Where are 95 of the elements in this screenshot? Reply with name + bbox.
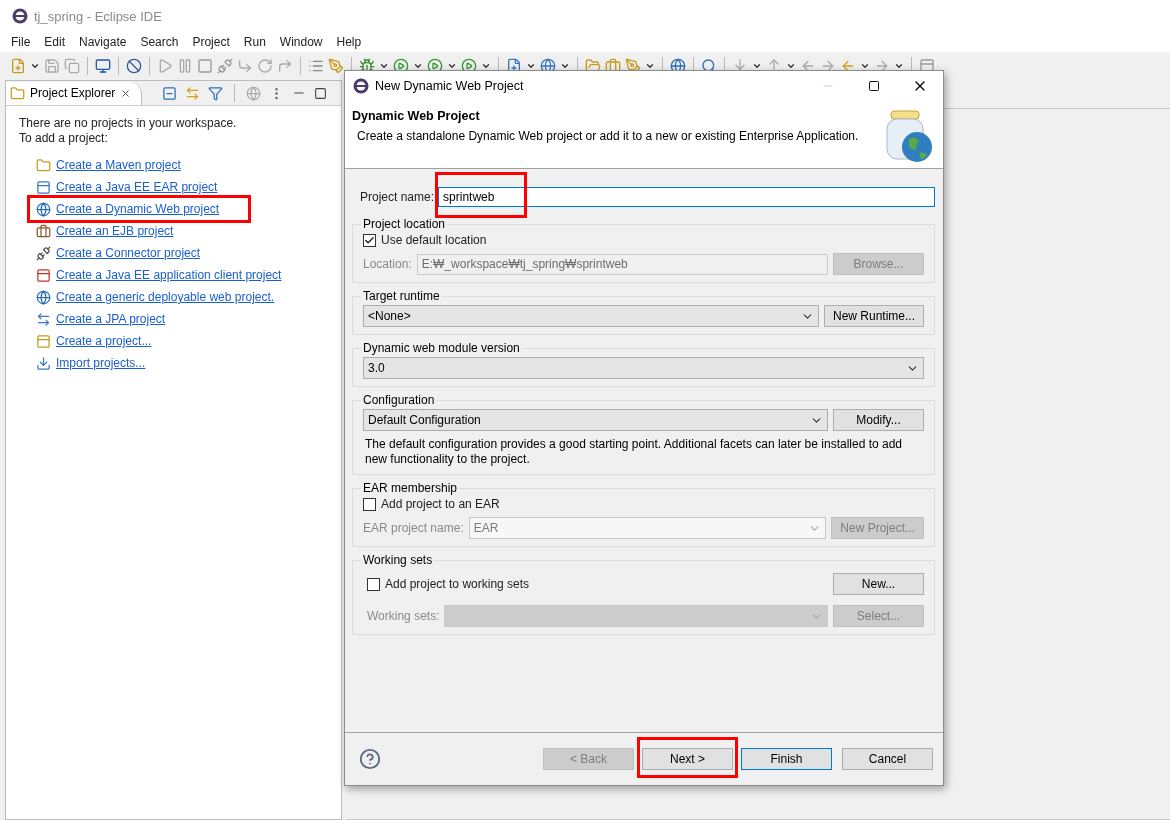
view-tab[interactable]: Project Explorer — [6, 81, 143, 105]
resume-icon[interactable] — [157, 58, 173, 74]
window-title: tj_spring - Eclipse IDE — [34, 8, 162, 24]
new-runtime-button[interactable]: New Runtime... — [823, 305, 924, 327]
window-icon — [36, 179, 51, 195]
create-project-link[interactable]: Create a JPA project — [56, 312, 166, 326]
stop-icon[interactable] — [197, 58, 213, 74]
new-working-set-button[interactable]: New... — [833, 573, 924, 595]
step-return-icon[interactable] — [277, 58, 293, 74]
globe-icon — [36, 289, 51, 305]
modify-button[interactable]: Modify... — [833, 409, 924, 431]
project-name-field[interactable]: sprintweb — [438, 187, 935, 207]
list-icon[interactable] — [308, 58, 324, 74]
save-all-icon[interactable] — [64, 58, 80, 74]
caret-icon[interactable] — [860, 61, 870, 71]
checkbox[interactable] — [363, 497, 376, 511]
group-label: Dynamic web module version — [362, 341, 521, 355]
location-field[interactable]: E:₩_workspace₩tj_spring₩sprintweb — [416, 253, 828, 275]
create-project-link[interactable]: Create a Java EE EAR project — [56, 180, 218, 194]
link-arrows-icon[interactable] — [185, 85, 201, 101]
checkbox-label: Use default location — [381, 233, 487, 247]
module-version-dropdown[interactable]: 3.0 — [363, 357, 924, 379]
field-label: Project name: — [360, 190, 435, 204]
step-over-icon[interactable] — [257, 58, 273, 74]
import-icon — [36, 355, 51, 371]
caret-icon[interactable] — [413, 61, 423, 71]
checkbox[interactable] — [367, 577, 380, 591]
caret-icon[interactable] — [30, 61, 40, 71]
caret-icon[interactable] — [526, 61, 536, 71]
folder-icon — [10, 85, 25, 101]
field-label: Working sets: — [367, 609, 440, 623]
configuration-note: The default configuration provides a good starting point. Additional facets can later be installed to add new functionality to the project. — [364, 437, 904, 467]
empty-workspace-text: There are no projects in your workspace. — [19, 116, 238, 131]
jar-globe-icon — [883, 109, 935, 165]
caret-icon[interactable] — [379, 61, 389, 71]
folder-icon — [36, 157, 51, 173]
checkbox-label: Add project to an EAR — [381, 497, 500, 511]
caret-icon[interactable] — [447, 61, 457, 71]
field-label: Location: — [363, 257, 412, 271]
create-project-link[interactable]: Create a Java EE application client project — [56, 268, 282, 282]
create-project-link[interactable]: Create a project... — [56, 334, 152, 348]
caret-icon[interactable] — [752, 61, 762, 71]
group-label: EAR membership — [362, 481, 459, 495]
page-heading: Dynamic Web Project — [352, 109, 481, 123]
checkbox-label: Add project to working sets — [385, 577, 530, 591]
window-icon — [36, 267, 51, 283]
maximize-icon — [868, 80, 880, 92]
close-icon[interactable] — [120, 87, 132, 99]
menu-item[interactable]: Run — [236, 35, 273, 49]
menu-item[interactable]: Window — [272, 35, 330, 49]
menu-item[interactable]: Navigate — [72, 35, 134, 49]
menu-item[interactable]: File — [4, 35, 38, 49]
create-project-link[interactable]: Create an EJB project — [56, 224, 174, 238]
runtime-dropdown[interactable]: <None> — [363, 305, 819, 327]
create-project-link[interactable]: Create a Dynamic Web project — [56, 202, 220, 216]
window-icon — [36, 333, 51, 349]
ear-project-dropdown[interactable]: EAR — [468, 517, 827, 539]
arrows-icon — [36, 311, 51, 327]
group-label: Working sets — [362, 553, 434, 567]
menu-item[interactable]: Help — [329, 35, 369, 49]
page-description: Create a standalone Dynamic Web project or add it to a new or existing Enterprise Application. — [356, 129, 860, 143]
caret-icon[interactable] — [560, 61, 570, 71]
eclipse-logo-icon — [12, 8, 28, 24]
wizard-button[interactable]: Cancel — [842, 748, 933, 770]
help-icon[interactable] — [359, 748, 381, 770]
menu-item[interactable]: Project — [185, 35, 237, 49]
suspend-icon[interactable] — [177, 58, 193, 74]
dialog-title: New Dynamic Web Project — [375, 79, 524, 93]
group-label: Target runtime — [362, 289, 441, 303]
globe-icon — [36, 201, 51, 217]
field-label: EAR project name: — [363, 521, 464, 535]
menu-item[interactable]: Search — [133, 35, 186, 49]
disconnect-icon[interactable] — [217, 58, 233, 74]
group-label: Configuration — [362, 393, 436, 407]
eclipse-logo-icon — [353, 78, 369, 94]
menu-item[interactable]: Edit — [37, 35, 73, 49]
checkbox[interactable] — [363, 233, 376, 247]
group-label: Project location — [362, 217, 447, 231]
instruction-text: To add a project: — [19, 131, 109, 146]
caret-icon[interactable] — [894, 61, 904, 71]
maximize-icon[interactable] — [314, 86, 328, 100]
wizard-button[interactable]: Finish — [741, 748, 832, 770]
create-project-link[interactable]: Create a Maven project — [56, 158, 181, 172]
caret-icon[interactable] — [786, 61, 796, 71]
monitor-icon[interactable] — [95, 58, 111, 74]
wizard-button[interactable]: Next > — [642, 748, 733, 770]
create-project-link[interactable]: Import projects... — [56, 356, 146, 370]
filter-icon[interactable] — [208, 85, 224, 101]
step-into-icon[interactable] — [237, 58, 253, 74]
caret-icon[interactable] — [481, 61, 491, 71]
create-project-link[interactable]: Create a generic deployable web project. — [56, 290, 275, 304]
caret-icon[interactable] — [645, 61, 655, 71]
create-project-link[interactable]: Create a Connector project — [56, 246, 201, 260]
configuration-dropdown[interactable]: Default Configuration — [363, 409, 828, 431]
collapse-all-icon[interactable] — [162, 85, 178, 101]
